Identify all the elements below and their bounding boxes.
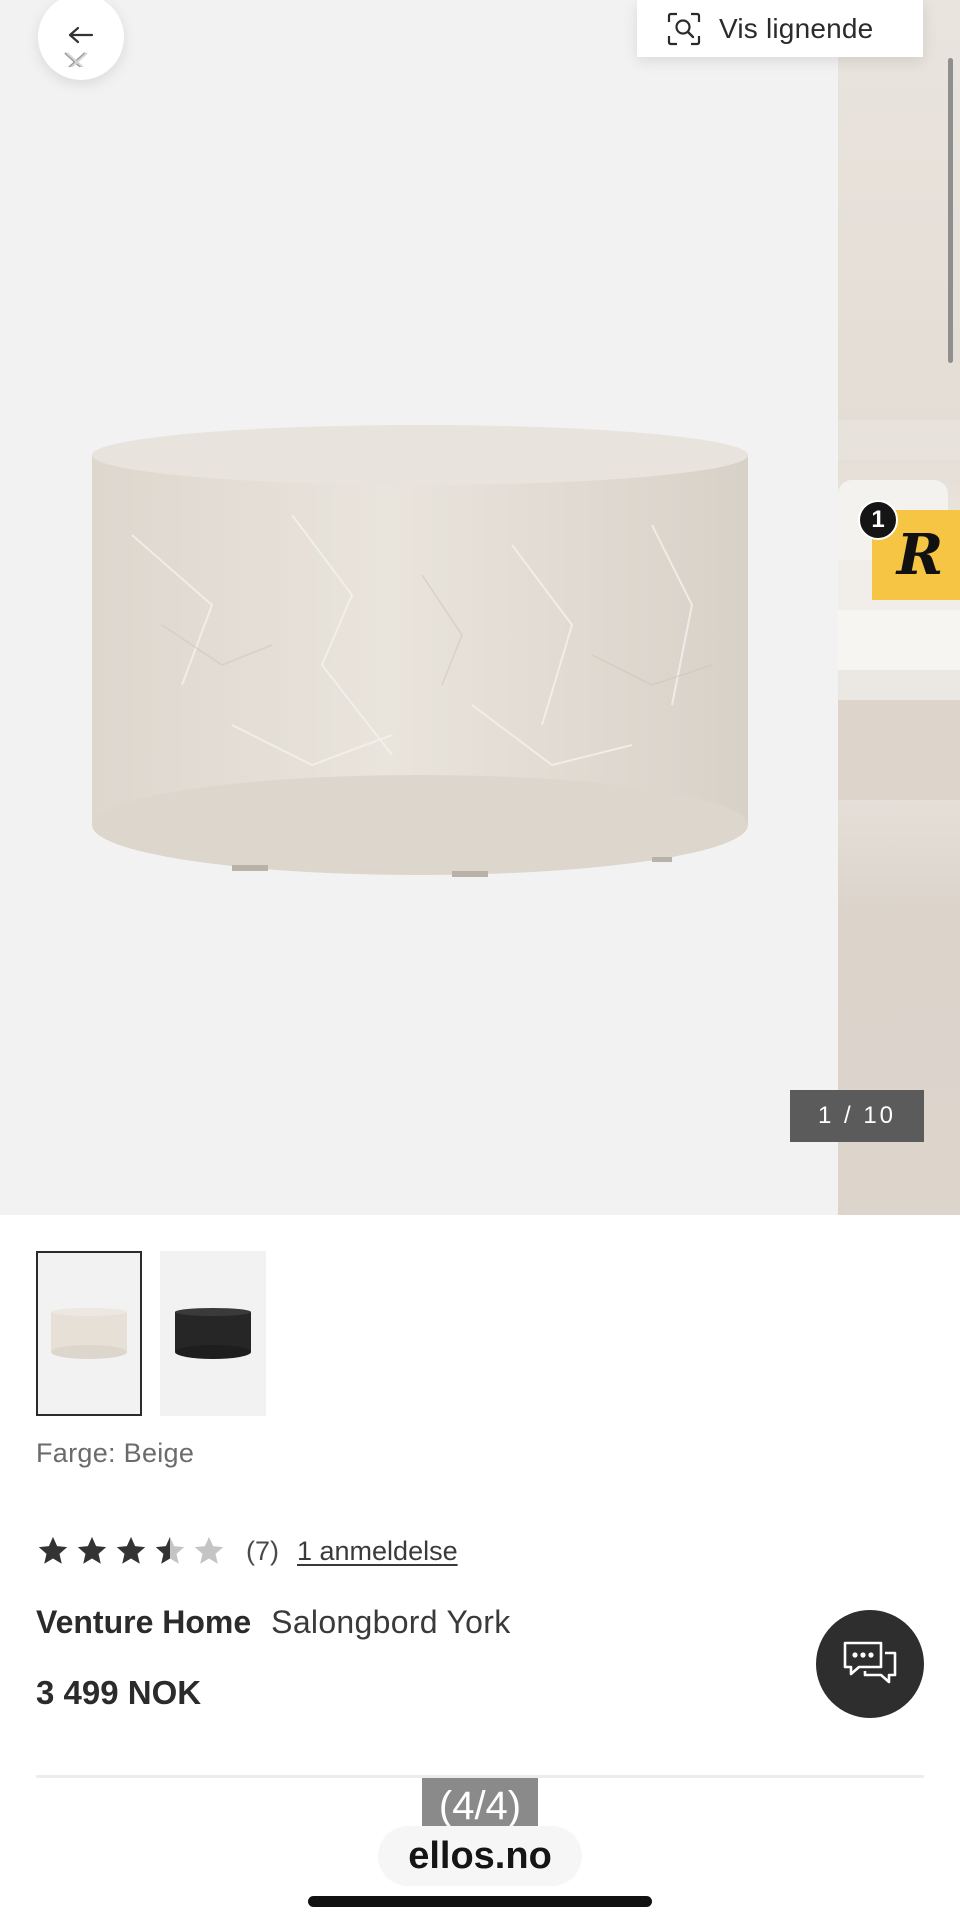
main-product-image[interactable] [0, 0, 838, 1215]
star-empty-icon [194, 1536, 224, 1564]
chat-bubbles-icon [843, 1641, 897, 1684]
coffee-table-image [92, 425, 748, 877]
swatch-black-image [175, 1307, 251, 1359]
star-half-icon [155, 1536, 185, 1564]
close-x-icon [64, 52, 88, 67]
show-similar-label: Vis lignende [719, 12, 874, 44]
brand-name[interactable]: Venture Home [36, 1604, 251, 1641]
product-title: Venture Home Salongbord York [36, 1604, 511, 1641]
product-price: 3 499 NOK [36, 1674, 202, 1711]
site-address: ellos.no [408, 1834, 552, 1877]
sofa-preview-image [838, 420, 960, 800]
star-icon [38, 1536, 68, 1564]
color-label: Farge: Beige [36, 1438, 195, 1468]
product-gallery[interactable]: Vis lignende 1 / 10 R 1 [0, 0, 960, 1215]
reviews-link[interactable]: 1 anmeldelse [297, 1536, 458, 1567]
site-address-pill[interactable]: ellos.no [378, 1826, 582, 1886]
rating-count: (7) [246, 1535, 279, 1566]
swatch-beige-image [51, 1307, 127, 1359]
color-swatch-black[interactable] [160, 1251, 266, 1416]
show-similar-button[interactable]: Vis lignende [637, 0, 923, 57]
rating-stars [36, 1534, 226, 1568]
visual-search-icon [667, 12, 701, 45]
image-counter: 1 / 10 [790, 1090, 924, 1142]
color-swatch-beige[interactable] [36, 1251, 142, 1416]
product-rating[interactable]: (7) 1 anmeldelse [36, 1530, 458, 1572]
home-indicator[interactable] [308, 1896, 652, 1907]
notification-count: 1 [858, 500, 898, 540]
scrollbar[interactable] [948, 58, 953, 363]
rewards-logo: R [896, 522, 944, 588]
back-arrow-icon [68, 26, 94, 44]
product-name: Salongbord York [271, 1604, 511, 1640]
star-icon [116, 1536, 146, 1564]
star-icon [77, 1536, 107, 1564]
chat-button[interactable] [816, 1610, 924, 1718]
